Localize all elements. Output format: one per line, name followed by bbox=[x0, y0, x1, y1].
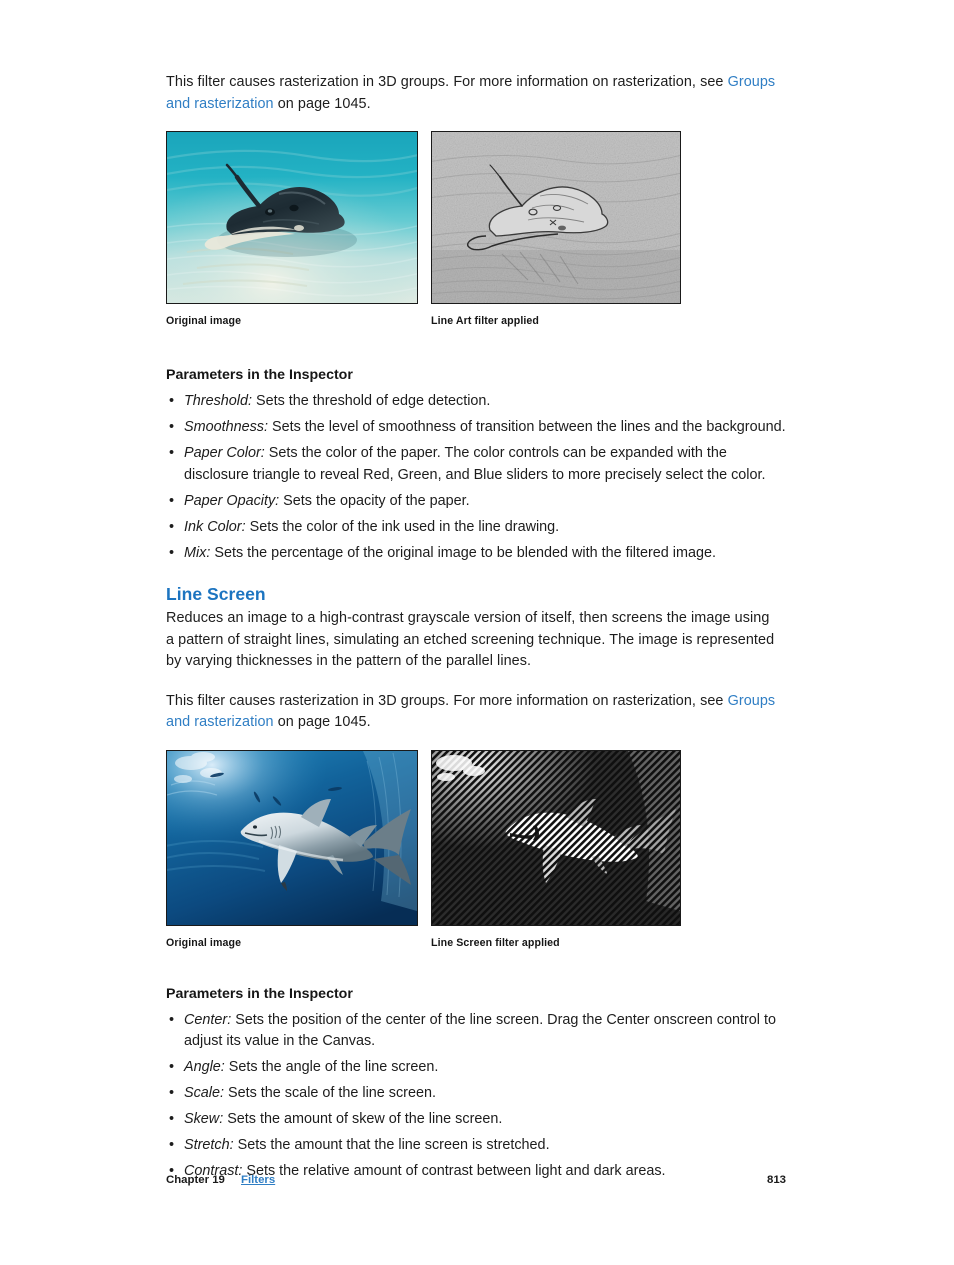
param-term: Skew: bbox=[184, 1111, 224, 1127]
bullet-icon: • bbox=[169, 419, 175, 435]
bullet-icon: • bbox=[169, 445, 175, 461]
param-term: Paper Color: bbox=[184, 445, 265, 461]
param-desc: Sets the scale of the line screen. bbox=[224, 1085, 436, 1101]
document-page: This filter causes rasterization in 3D g… bbox=[0, 0, 954, 1265]
params-heading-line-screen: Parameters in the Inspector bbox=[166, 985, 353, 1002]
param-item-skew: • Skew: Sets the amount of skew of the l… bbox=[166, 1109, 786, 1131]
rasterization-note-line-screen: This filter causes rasterization in 3D g… bbox=[166, 691, 781, 734]
param-desc: Sets the opacity of the paper. bbox=[279, 492, 470, 509]
param-term: Center: bbox=[184, 1011, 232, 1028]
param-item-center: • Center: Sets the position of the cente… bbox=[166, 1010, 786, 1053]
param-term: Stretch: bbox=[184, 1137, 234, 1153]
param-item-ink-color: • Ink Color: Sets the color of the ink u… bbox=[166, 517, 786, 539]
param-item-stretch: • Stretch: Sets the amount that the line… bbox=[166, 1135, 786, 1157]
bullet-icon: • bbox=[169, 1011, 175, 1028]
param-item-threshold: • Threshold: Sets the threshold of edge … bbox=[166, 391, 786, 413]
figure-group-line-art: Original image Line Art filter applied bbox=[166, 131, 786, 343]
rasterization-note-text-after: on page 1045. bbox=[273, 95, 371, 112]
footer-page-number: 813 bbox=[766, 1174, 786, 1186]
page-content: This filter causes rasterization in 3D g… bbox=[166, 72, 786, 1187]
bullet-icon: • bbox=[169, 1111, 175, 1127]
bullet-icon: • bbox=[169, 492, 175, 509]
param-term: Angle: bbox=[184, 1059, 225, 1075]
footer-filters-link[interactable]: Filters bbox=[241, 1174, 275, 1186]
params-list-line-screen: • Center: Sets the position of the cente… bbox=[166, 1010, 786, 1183]
stingray-line-art-artwork bbox=[432, 132, 680, 303]
figure-original-stingray bbox=[166, 131, 418, 304]
param-desc: Sets the angle of the line screen. bbox=[224, 1059, 439, 1075]
figure-line-screen-filtered-shark bbox=[431, 749, 681, 926]
stingray-original-artwork bbox=[167, 132, 417, 303]
params-heading-line-art: Parameters in the Inspector bbox=[166, 367, 353, 383]
bullet-icon: • bbox=[169, 1137, 175, 1153]
figure-original-shark bbox=[166, 749, 418, 926]
line-art-parameters-block: Parameters in the Inspector • Threshold:… bbox=[166, 365, 786, 564]
param-item-smoothness: • Smoothness: Sets the level of smoothne… bbox=[166, 417, 786, 439]
line-screen-parameters-block: Parameters in the Inspector • Center: Se… bbox=[166, 984, 786, 1183]
rasterization-note-text-after: on page 1045. bbox=[273, 714, 371, 730]
param-term: Mix: bbox=[184, 544, 211, 561]
bullet-icon: • bbox=[169, 1059, 175, 1075]
shark-original-artwork bbox=[167, 750, 417, 925]
shark-line-screen-artwork bbox=[432, 750, 680, 925]
param-desc: Sets the position of the center of the l… bbox=[184, 1011, 776, 1050]
caption-line-art-filter-applied: Line Art filter applied bbox=[431, 315, 539, 327]
param-item-paper-color: • Paper Color: Sets the color of the pap… bbox=[166, 443, 774, 486]
bullet-icon: • bbox=[169, 393, 175, 409]
line-screen-section: Line Screen Reduces an image to a high-c… bbox=[166, 582, 786, 734]
param-desc: Sets the amount that the line screen is … bbox=[233, 1137, 550, 1153]
caption-original-image-2: Original image bbox=[166, 936, 242, 949]
caption-line-screen-filter-applied: Line Screen filter applied bbox=[431, 936, 560, 949]
param-term: Smoothness: bbox=[184, 419, 268, 435]
rasterization-note-line-art: This filter causes rasterization in 3D g… bbox=[166, 72, 781, 115]
rasterization-note-text-before: This filter causes rasterization in 3D g… bbox=[166, 74, 728, 90]
figure-group-line-screen: Original image Line Screen filter applie… bbox=[166, 749, 786, 962]
param-item-angle: • Angle: Sets the angle of the line scre… bbox=[166, 1057, 786, 1079]
line-screen-description: Reduces an image to a high-contrast gray… bbox=[166, 610, 775, 669]
param-desc: Sets the color of the ink used in the li… bbox=[245, 518, 560, 535]
param-term: Paper Opacity: bbox=[184, 492, 280, 509]
params-list-line-art: • Threshold: Sets the threshold of edge … bbox=[166, 391, 786, 564]
param-item-mix: • Mix: Sets the percentage of the origin… bbox=[166, 543, 786, 565]
caption-original-image-1: Original image bbox=[166, 315, 242, 327]
param-item-paper-opacity: • Paper Opacity: Sets the opacity of the… bbox=[166, 491, 786, 513]
param-desc: Sets the threshold of edge detection. bbox=[252, 393, 491, 409]
section-heading-line-screen: Line Screen bbox=[166, 584, 266, 604]
figure-line-art-filtered-stingray bbox=[431, 131, 681, 304]
bullet-icon: • bbox=[169, 544, 175, 561]
param-term: Scale: bbox=[184, 1085, 224, 1101]
footer-chapter-label: Chapter 19 bbox=[166, 1174, 225, 1186]
rasterization-note-text-before: This filter causes rasterization in 3D g… bbox=[166, 692, 728, 709]
param-term: Threshold: bbox=[184, 393, 252, 409]
param-desc: Sets the level of smoothness of transiti… bbox=[268, 419, 786, 435]
param-desc: Sets the percentage of the original imag… bbox=[210, 544, 716, 561]
param-desc: Sets the amount of skew of the line scre… bbox=[223, 1111, 503, 1127]
bullet-icon: • bbox=[169, 1085, 175, 1101]
param-desc: Sets the relative amount of contrast bet… bbox=[242, 1163, 666, 1179]
bullet-icon: • bbox=[169, 518, 175, 535]
param-term: Ink Color: bbox=[184, 518, 246, 535]
param-item-scale: • Scale: Sets the scale of the line scre… bbox=[166, 1083, 786, 1105]
param-desc: Sets the color of the paper. The color c… bbox=[184, 445, 766, 483]
